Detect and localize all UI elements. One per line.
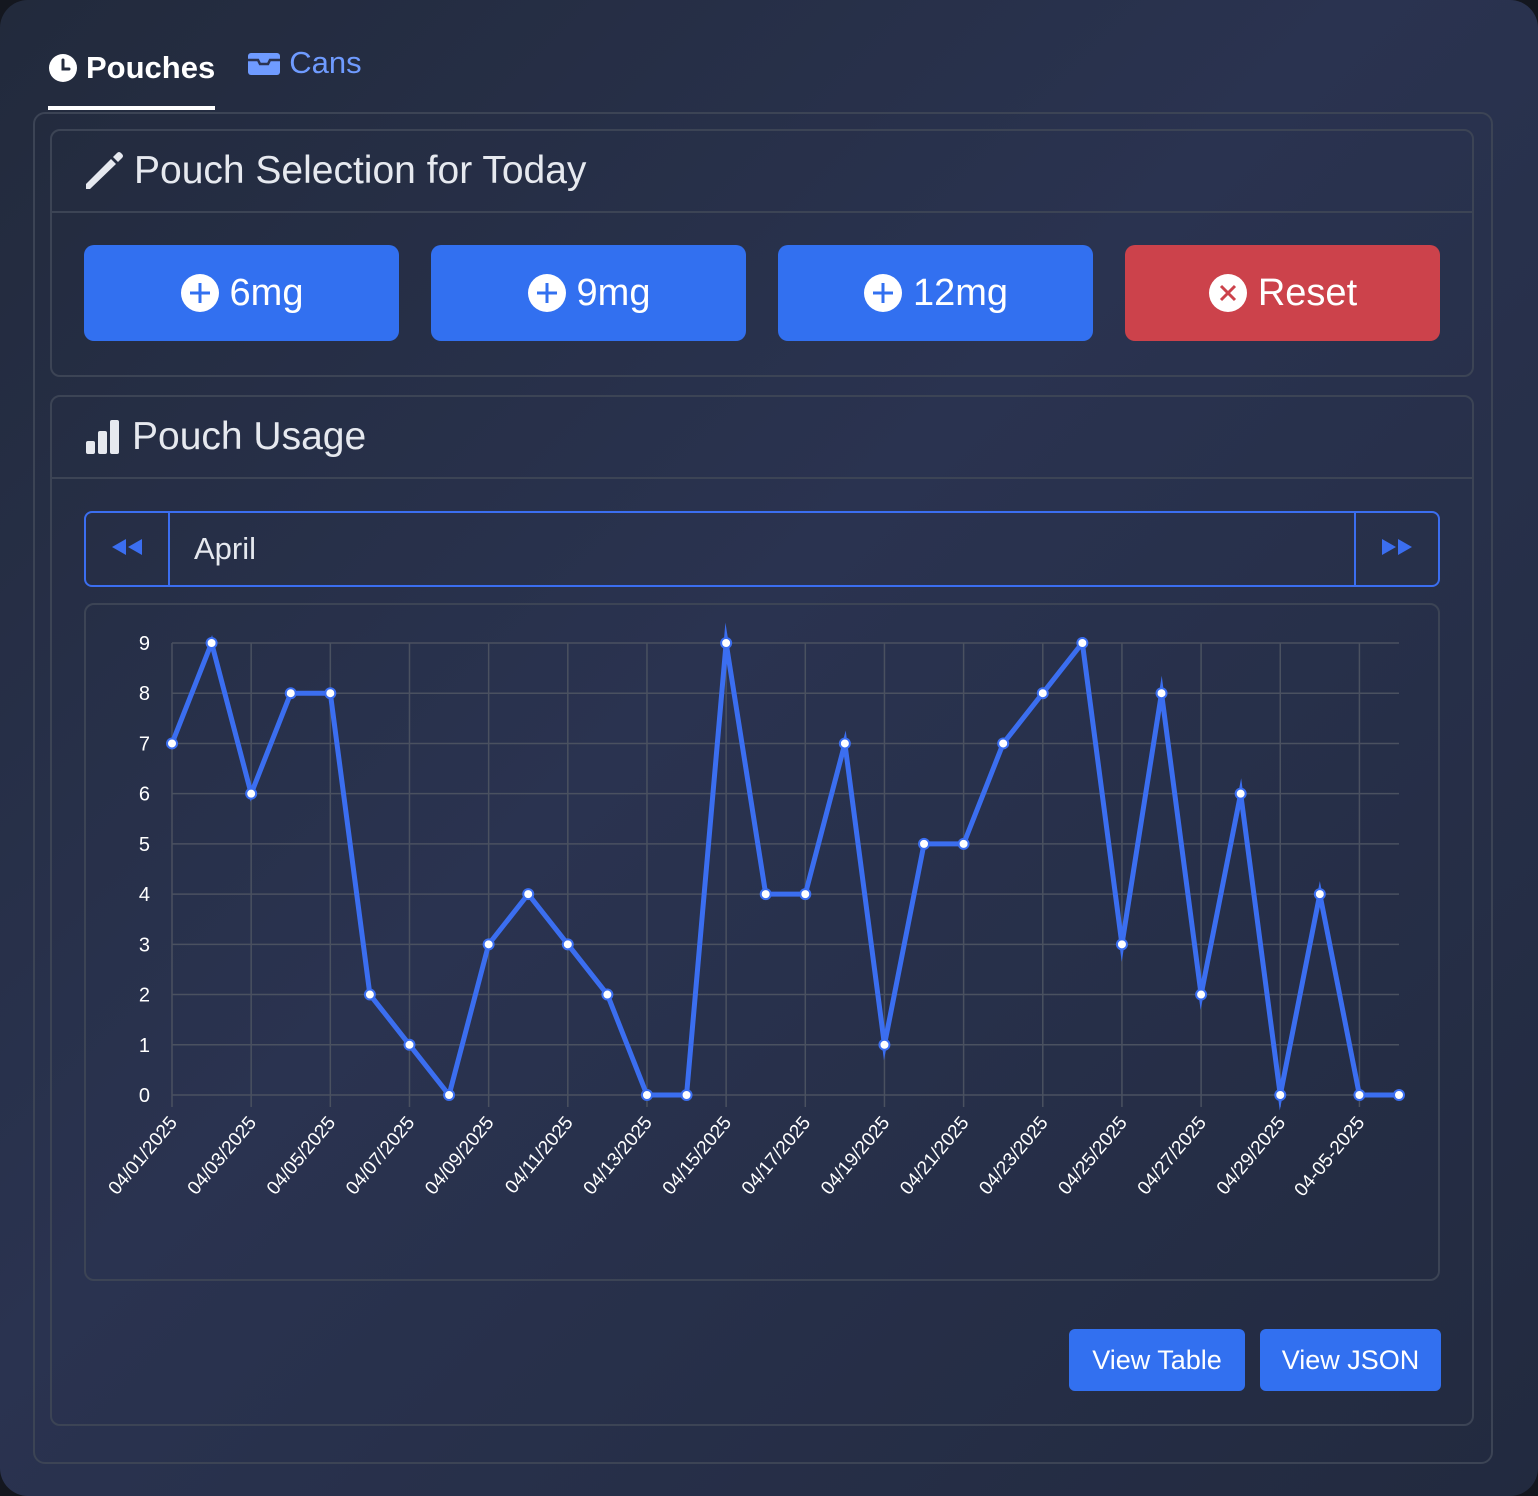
data-point — [561, 938, 574, 951]
clock-icon — [48, 53, 78, 83]
data-point — [166, 737, 178, 750]
data-point — [482, 938, 495, 951]
fast-forward-icon — [1379, 537, 1415, 562]
usage-series-line — [169, 622, 1399, 1111]
data-point — [1353, 1089, 1366, 1101]
data-point — [838, 737, 851, 750]
data-point — [403, 1038, 416, 1051]
add-12mg-label: 12mg — [912, 271, 1009, 314]
data-point — [522, 888, 535, 901]
x-tick-label: 04/03/2025 — [184, 1113, 261, 1199]
data-point — [997, 737, 1010, 750]
data-point — [363, 988, 376, 1001]
data-point — [284, 687, 297, 700]
x-tick-label: 04/19/2025 — [817, 1113, 894, 1199]
x-tick-label: 04/23/2025 — [975, 1113, 1052, 1199]
data-point — [245, 787, 258, 800]
rewind-icon — [109, 537, 145, 562]
add-9mg-label: 9mg — [576, 271, 651, 314]
data-point — [799, 888, 812, 901]
view-table-button[interactable]: View Table — [1069, 1329, 1245, 1391]
data-point — [680, 1089, 693, 1101]
data-point — [1036, 687, 1049, 700]
y-tick-label: 2 — [139, 985, 150, 1007]
data-point — [443, 1089, 456, 1101]
data-point — [1393, 1089, 1405, 1101]
dose-button-row: 6mg 9mg 12mg Reset — [84, 245, 1440, 341]
x-tick-label: 04/13/2025 — [580, 1113, 657, 1199]
data-point — [1313, 888, 1326, 901]
pouch-usage-title: Pouch Usage — [132, 415, 367, 458]
x-tick-label: 04/11/2025 — [501, 1113, 577, 1198]
plus-circle-icon — [527, 273, 567, 313]
data-point — [1155, 687, 1168, 700]
view-json-button[interactable]: View JSON — [1260, 1329, 1441, 1391]
bar-chart-icon — [84, 419, 122, 455]
data-point — [324, 687, 337, 700]
data-point — [1115, 938, 1128, 951]
next-month-button[interactable] — [1354, 513, 1438, 585]
data-point — [205, 637, 218, 649]
tab-pouches-label: Pouches — [86, 50, 216, 85]
data-point — [759, 888, 772, 901]
data-point — [918, 837, 931, 850]
data-point — [1076, 637, 1089, 649]
x-tick-label: 04/17/2025 — [738, 1113, 815, 1199]
reset-label: Reset — [1257, 271, 1358, 314]
pouch-selection-card: Pouch Selection for Today 6mg 9mg 12mg R… — [50, 129, 1474, 377]
add-6mg-label: 6mg — [229, 271, 304, 314]
previous-month-button[interactable] — [86, 513, 170, 585]
add-6mg-button[interactable]: 6mg — [84, 245, 399, 341]
reset-button[interactable]: Reset — [1125, 245, 1440, 341]
app-window: Pouches Cans Pouch Selection for Today 6… — [0, 0, 1538, 1496]
data-point — [720, 637, 733, 649]
usage-chart-container: 0 1 2 3 4 5 6 7 8 9 04/01/2025 04/03/2025 04/05/2025… — [84, 603, 1440, 1281]
add-9mg-button[interactable]: 9mg — [431, 245, 746, 341]
inbox-icon — [247, 50, 281, 76]
x-tick-label: 04/07/2025 — [342, 1113, 419, 1199]
y-tick-label: 9 — [139, 633, 150, 655]
x-tick-label: 04/15/2025 — [659, 1113, 736, 1199]
x-tick-label: 04/29/2025 — [1213, 1113, 1290, 1199]
x-tick-label: 04/01/2025 — [105, 1113, 182, 1199]
add-12mg-button[interactable]: 12mg — [778, 245, 1093, 341]
y-tick-label: 6 — [139, 784, 150, 806]
pencil-icon — [84, 151, 124, 191]
pouch-selection-title: Pouch Selection for Today — [134, 149, 587, 192]
tab-bar: Pouches Cans — [48, 40, 394, 110]
x-tick-label: 04/09/2025 — [421, 1113, 498, 1199]
tab-cans-label: Cans — [289, 45, 362, 80]
pouch-usage-card: Pouch Usage April 0 1 2 3 4 5 6 7 8 9 04/01/2025 04… — [50, 395, 1474, 1426]
data-point — [878, 1038, 891, 1051]
x-tick-label: 04/27/2025 — [1134, 1113, 1211, 1199]
current-month: April — [194, 531, 257, 566]
y-tick-label: 4 — [139, 884, 150, 906]
tab-pouches[interactable]: Pouches — [48, 40, 216, 110]
y-tick-label: 8 — [139, 683, 150, 705]
data-point — [1234, 787, 1247, 800]
y-tick-label: 7 — [139, 733, 150, 755]
pouch-selection-header: Pouch Selection for Today — [52, 131, 1472, 213]
data-point — [640, 1089, 653, 1101]
x-tick-label: 04-05-2025 — [1291, 1113, 1370, 1201]
pouch-usage-header: Pouch Usage — [52, 397, 1472, 479]
y-tick-label: 1 — [139, 1035, 150, 1057]
data-point — [1274, 1089, 1287, 1101]
month-navigator: April — [84, 511, 1440, 587]
plus-circle-icon — [863, 273, 903, 313]
y-tick-label: 0 — [139, 1085, 150, 1107]
data-point — [601, 988, 614, 1001]
data-point — [1195, 988, 1208, 1001]
tab-cans[interactable]: Cans — [247, 40, 362, 96]
y-tick-label: 3 — [139, 934, 150, 956]
usage-chart: 0 1 2 3 4 5 6 7 8 9 04/01/2025 04/03/2025 04/05/2025… — [105, 622, 1405, 1201]
x-circle-icon — [1208, 273, 1248, 313]
data-point — [957, 837, 970, 850]
y-tick-label: 5 — [139, 834, 150, 856]
x-tick-label: 04/05/2025 — [263, 1113, 340, 1199]
x-tick-label: 04/25/2025 — [1055, 1113, 1132, 1199]
plus-circle-icon — [180, 273, 220, 313]
x-tick-label: 04/21/2025 — [896, 1113, 973, 1199]
